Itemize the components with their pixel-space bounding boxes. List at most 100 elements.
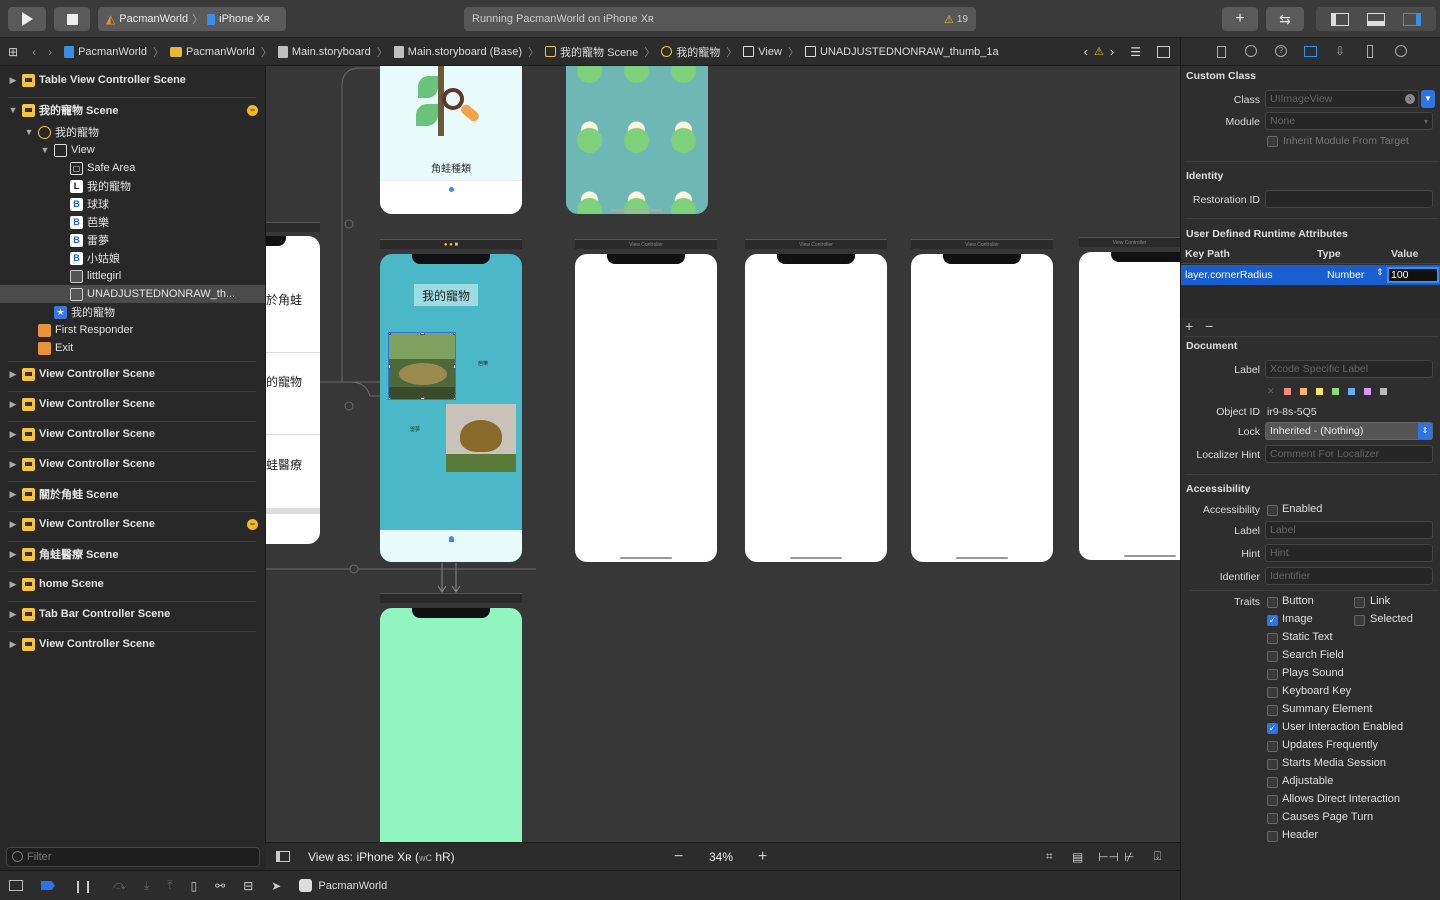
attributes-inspector-icon[interactable]: ⇩: [1335, 44, 1345, 58]
empty-view-controller-phone[interactable]: [1079, 252, 1180, 560]
disclosure-right-icon[interactable]: ▶: [8, 579, 18, 590]
trait-checkbox[interactable]: [1267, 795, 1278, 806]
run-button[interactable]: [8, 7, 46, 31]
jump-item-project[interactable]: PacmanWorld: [64, 45, 147, 58]
outline-scene-row[interactable]: ▶ 關於角蛙 Scene: [0, 485, 265, 503]
outline-item-row[interactable]: B 雷夢: [0, 231, 265, 249]
stepper-icon[interactable]: ⇕: [1376, 267, 1384, 278]
trait-checkbox[interactable]: [1267, 651, 1278, 662]
trait-checkbox[interactable]: [1354, 597, 1365, 608]
outline-scene-row[interactable]: ▶ 角蛙醫療 Scene: [0, 545, 265, 563]
lock-dropdown[interactable]: Inherited - (Nothing) ⇕: [1265, 422, 1433, 440]
resize-handle[interactable]: [389, 364, 391, 369]
column-type[interactable]: Type: [1317, 248, 1341, 260]
disclosure-right-icon[interactable]: ▶: [8, 75, 18, 86]
embed-in-icon[interactable]: ▤: [1072, 850, 1083, 864]
trait-checkbox[interactable]: [1267, 759, 1278, 770]
disclosure-right-icon[interactable]: ▶: [8, 519, 18, 530]
trait-checkbox[interactable]: [1267, 669, 1278, 680]
color-swatch-red[interactable]: [1283, 388, 1291, 395]
column-key-path[interactable]: Key Path: [1185, 248, 1230, 260]
scene-title-bar[interactable]: ● ● ■: [380, 239, 522, 249]
pattern-phone[interactable]: [566, 66, 708, 214]
outline-scene-row[interactable]: ▶ home Scene: [0, 575, 265, 593]
zoom-in-button[interactable]: +: [758, 848, 767, 866]
selected-image-view[interactable]: [388, 332, 456, 400]
outline-scene-row[interactable]: ▼ 我的寵物 Scene −: [0, 101, 265, 119]
view-as-label[interactable]: View as: iPhone Xʀ (wC hR): [308, 850, 455, 864]
accessibility-enabled-checkbox[interactable]: [1267, 505, 1278, 516]
storyboard-canvas[interactable]: 於角蛙 的寵物 蛙醫療 角蛙種類 ● ● ■ 我的寵物 芭樂 雷夢 View C…: [266, 66, 1180, 842]
scene-title-bar[interactable]: View Controller: [911, 239, 1053, 249]
module-field[interactable]: None ▾: [1265, 112, 1433, 130]
debug-target-label[interactable]: PacmanWorld: [318, 880, 387, 892]
empty-view-controller-phone[interactable]: [911, 254, 1053, 562]
go-to-class-icon[interactable]: ›: [1405, 94, 1415, 104]
help-inspector-icon[interactable]: ?: [1275, 45, 1287, 57]
color-swatch-gray[interactable]: [1379, 388, 1387, 395]
outline-item-row[interactable]: Exit: [0, 339, 265, 357]
trait-checkbox[interactable]: [1267, 633, 1278, 644]
class-dropdown-button[interactable]: ▼: [1421, 90, 1435, 108]
outline-scene-row[interactable]: ▶ View Controller Scene: [0, 395, 265, 413]
color-swatch-purple[interactable]: [1363, 388, 1371, 395]
table-view-phone[interactable]: 於角蛙 的寵物 蛙醫療: [266, 236, 320, 544]
history-inspector-icon[interactable]: [1245, 45, 1257, 57]
pause-icon[interactable]: ❙❙: [73, 879, 93, 893]
disclosure-right-icon[interactable]: ▶: [8, 609, 18, 620]
document-label-field[interactable]: Xcode Specific Label: [1265, 360, 1433, 378]
add-editor-icon[interactable]: [1157, 45, 1170, 58]
jump-item-storyboard[interactable]: Main.storyboard: [277, 45, 371, 58]
editor-options-icon[interactable]: ☰: [1130, 45, 1141, 59]
jump-item-view[interactable]: View: [743, 46, 782, 58]
debug-toggle-icon[interactable]: [1367, 12, 1385, 26]
step-over-icon[interactable]: ⤼: [113, 878, 126, 893]
file-inspector-icon[interactable]: [1217, 46, 1226, 58]
outline-item-row[interactable]: B 小姑娘: [0, 249, 265, 267]
column-value[interactable]: Value: [1391, 248, 1418, 260]
library-button[interactable]: +: [1222, 7, 1258, 31]
attr-key-path[interactable]: layer.cornerRadius: [1185, 269, 1273, 281]
trait-checkbox[interactable]: [1267, 597, 1278, 608]
outline-toggle-icon[interactable]: [276, 851, 290, 862]
connections-inspector-icon[interactable]: [1395, 45, 1407, 57]
green-phone[interactable]: [380, 608, 522, 842]
outline-item-row[interactable]: L 我的寵物: [0, 177, 265, 195]
outline-scene-row[interactable]: ▶ View Controller Scene −: [0, 515, 265, 533]
step-into-icon[interactable]: ⤓: [144, 878, 149, 893]
disclosure-down-icon[interactable]: ▼: [24, 127, 34, 137]
outline-item-row[interactable]: First Responder: [0, 321, 265, 339]
environment-overrides-icon[interactable]: ⊟: [243, 879, 253, 893]
empty-view-controller-phone[interactable]: [575, 254, 717, 562]
color-swatch-green[interactable]: [1331, 388, 1339, 395]
scheme-selector[interactable]: ◭ PacmanWorld 〉 iPhone Xʀ: [98, 7, 286, 31]
disclosure-right-icon[interactable]: ▶: [8, 369, 18, 380]
trait-checkbox[interactable]: [1267, 777, 1278, 788]
trait-checkbox[interactable]: [1267, 705, 1278, 716]
outline-item-row[interactable]: ▼ 我的寵物: [0, 123, 265, 141]
outline-filter-input[interactable]: Filter: [6, 847, 260, 867]
no-color-icon[interactable]: ✕: [1267, 386, 1275, 397]
simulate-location-icon[interactable]: ➤: [271, 879, 281, 893]
outline-scene-row[interactable]: ▶ View Controller Scene: [0, 425, 265, 443]
resize-handle[interactable]: [453, 333, 455, 335]
disclosure-right-icon[interactable]: ▶: [8, 549, 18, 560]
jump-item-storyboard-base[interactable]: Main.storyboard (Base): [393, 45, 522, 58]
attr-type[interactable]: Number: [1327, 269, 1364, 281]
pet-image-view[interactable]: [446, 404, 516, 472]
disclosure-right-icon[interactable]: ▶: [8, 399, 18, 410]
trait-checkbox[interactable]: [1267, 741, 1278, 752]
navigator-toggle-icon[interactable]: [1331, 12, 1349, 26]
color-swatch-yellow[interactable]: [1315, 388, 1323, 395]
identity-inspector-icon[interactable]: [1304, 46, 1317, 57]
update-frames-icon[interactable]: ⌗: [1046, 849, 1053, 864]
localizer-hint-field[interactable]: Comment For Localizer: [1265, 445, 1433, 463]
trait-checkbox-checked[interactable]: ✓: [1267, 723, 1278, 734]
acc-label-field[interactable]: Label: [1265, 521, 1433, 539]
scene-title-bar[interactable]: View Controller: [575, 239, 717, 249]
attr-value-input[interactable]: 100: [1387, 267, 1439, 283]
stop-button[interactable]: [54, 7, 90, 31]
outline-scene-row[interactable]: ▶ View Controller Scene: [0, 365, 265, 383]
outline-item-row[interactable]: littlegirl: [0, 267, 265, 285]
align-icon[interactable]: ⊢⊣: [1098, 850, 1119, 864]
